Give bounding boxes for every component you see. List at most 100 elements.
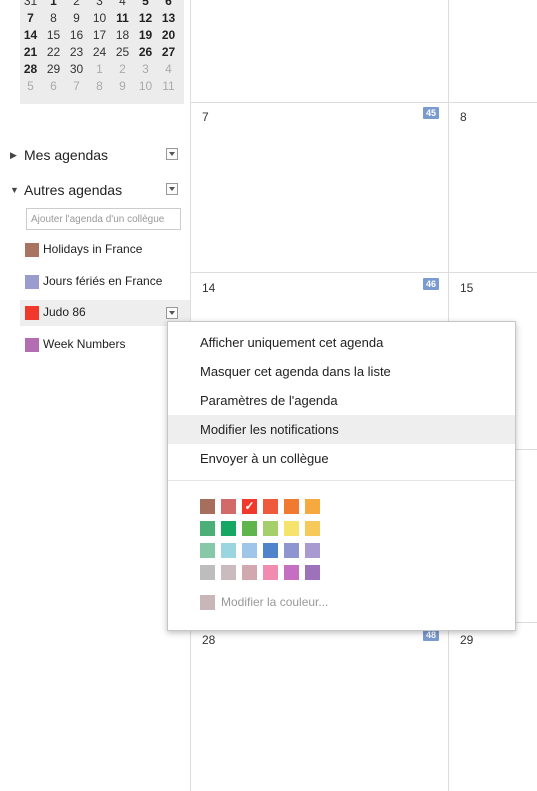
color-swatch[interactable] — [221, 521, 236, 536]
mini-calendar-day[interactable]: 8 — [89, 78, 110, 95]
mini-calendar-day[interactable]: 1 — [43, 0, 64, 10]
mini-calendar-day[interactable]: 1 — [89, 61, 110, 78]
grid-line — [190, 102, 537, 103]
mini-calendar-day[interactable]: 14 — [20, 27, 41, 44]
menu-item-label: Envoyer à un collègue — [200, 451, 329, 466]
mini-calendar-day[interactable]: 5 — [135, 0, 156, 10]
menu-item-edit-notifications[interactable]: Modifier les notifications — [168, 415, 515, 444]
mini-calendar-day[interactable]: 7 — [66, 78, 87, 95]
color-swatch[interactable] — [305, 499, 320, 514]
calendar-color-swatch — [25, 243, 39, 257]
mini-calendar-day[interactable]: 3 — [135, 61, 156, 78]
mini-calendar-day[interactable]: 20 — [158, 27, 179, 44]
color-swatch[interactable] — [242, 565, 257, 580]
color-swatch[interactable] — [263, 565, 278, 580]
menu-item-calendar-settings[interactable]: Paramètres de l'agenda — [168, 386, 515, 415]
mini-calendar-day[interactable]: 4 — [158, 61, 179, 78]
day-cell-number[interactable]: 15 — [460, 281, 473, 295]
mini-calendar-day[interactable]: 21 — [20, 44, 41, 61]
mini-calendar-day[interactable]: 11 — [112, 10, 133, 27]
calendar-item-week-numbers[interactable]: Week Numbers — [20, 332, 190, 358]
menu-item-label: Paramètres de l'agenda — [200, 393, 338, 408]
color-swatch[interactable] — [242, 543, 257, 558]
mini-calendar-day[interactable]: 9 — [112, 78, 133, 95]
mini-calendar-day[interactable]: 18 — [112, 27, 133, 44]
calendar-label: Week Numbers — [43, 337, 126, 351]
color-swatch[interactable] — [305, 521, 320, 536]
mini-calendar-day[interactable]: 30 — [66, 61, 87, 78]
mini-calendar-day[interactable]: 10 — [89, 10, 110, 27]
color-swatch[interactable] — [284, 521, 299, 536]
custom-color-swatch[interactable] — [200, 595, 215, 610]
mini-calendar-day[interactable]: 17 — [89, 27, 110, 44]
my-calendars-header[interactable]: ▶ Mes agendas — [0, 144, 190, 168]
day-cell-number[interactable]: 8 — [460, 110, 467, 124]
color-swatch[interactable] — [200, 499, 215, 514]
color-swatch[interactable] — [221, 543, 236, 558]
mini-calendar-day[interactable]: 6 — [43, 78, 64, 95]
mini-calendar-day[interactable]: 16 — [66, 27, 87, 44]
mini-calendar-day[interactable]: 26 — [135, 44, 156, 61]
mini-calendar-week-row: 7 8 9 10 11 12 13 — [20, 10, 184, 27]
mini-calendar-day[interactable]: 27 — [158, 44, 179, 61]
mini-calendar-day[interactable]: 23 — [66, 44, 87, 61]
mini-calendar-day[interactable]: 12 — [135, 10, 156, 27]
mini-calendar-day[interactable]: 13 — [158, 10, 179, 27]
color-swatch[interactable]: ✓ — [242, 499, 257, 514]
other-calendars-dropdown-button[interactable] — [166, 183, 178, 195]
mini-calendar-day[interactable]: 11 — [158, 78, 179, 95]
color-swatch[interactable] — [242, 521, 257, 536]
mini-calendar-day[interactable]: 2 — [112, 61, 133, 78]
menu-item-label: Masquer cet agenda dans la liste — [200, 364, 391, 379]
add-colleague-calendar-input[interactable] — [26, 208, 181, 230]
judo-86-dropdown-button[interactable] — [166, 307, 178, 319]
my-calendars-dropdown-button[interactable] — [166, 148, 178, 160]
menu-item-show-only-this[interactable]: Afficher uniquement cet agenda — [168, 328, 515, 357]
calendar-item-jours-feries[interactable]: Jours fériés en France — [20, 269, 190, 295]
mini-calendar-day[interactable]: 28 — [20, 61, 41, 78]
color-swatch[interactable] — [305, 565, 320, 580]
color-swatch[interactable] — [221, 499, 236, 514]
calendar-label: Judo 86 — [43, 305, 86, 319]
color-swatch[interactable] — [284, 543, 299, 558]
mini-calendar-day[interactable]: 24 — [89, 44, 110, 61]
color-swatch[interactable] — [200, 543, 215, 558]
calendar-item-judo-86[interactable]: Judo 86 — [20, 300, 190, 326]
color-swatch[interactable] — [263, 543, 278, 558]
day-cell-number[interactable]: 28 — [202, 633, 215, 647]
mini-calendar-day[interactable]: 7 — [20, 10, 41, 27]
mini-calendar-day[interactable]: 15 — [43, 27, 64, 44]
color-swatch[interactable] — [200, 521, 215, 536]
mini-calendar-day[interactable]: 9 — [66, 10, 87, 27]
color-swatch[interactable] — [305, 543, 320, 558]
week-number-badge: 45 — [423, 107, 439, 119]
mini-calendar-day[interactable]: 22 — [43, 44, 64, 61]
my-calendars-label: Mes agendas — [24, 147, 109, 163]
modify-color-link[interactable]: Modifier la couleur... — [221, 595, 328, 609]
mini-calendar-day[interactable]: 3 — [89, 0, 110, 10]
color-swatch[interactable] — [263, 521, 278, 536]
mini-calendar-week-row: 21 22 23 24 25 26 27 — [20, 44, 184, 61]
mini-calendar-day[interactable]: 19 — [135, 27, 156, 44]
color-swatch[interactable] — [221, 565, 236, 580]
mini-calendar-day[interactable]: 25 — [112, 44, 133, 61]
mini-calendar-day[interactable]: 6 — [158, 0, 179, 10]
color-swatch[interactable] — [284, 499, 299, 514]
menu-item-hide-from-list[interactable]: Masquer cet agenda dans la liste — [168, 357, 515, 386]
calendar-item-holidays-in-france[interactable]: Holidays in France — [20, 237, 190, 263]
mini-calendar-day[interactable]: 5 — [20, 78, 41, 95]
day-cell-number[interactable]: 7 — [202, 110, 209, 124]
day-cell-number[interactable]: 29 — [460, 633, 473, 647]
other-calendars-header[interactable]: ▼ Autres agendas — [0, 179, 190, 203]
day-cell-number[interactable]: 14 — [202, 281, 215, 295]
mini-calendar-day[interactable]: 29 — [43, 61, 64, 78]
mini-calendar-day[interactable]: 2 — [66, 0, 87, 10]
menu-item-send-to-colleague[interactable]: Envoyer à un collègue — [168, 444, 515, 473]
mini-calendar-day[interactable]: 8 — [43, 10, 64, 27]
color-swatch[interactable] — [284, 565, 299, 580]
color-swatch[interactable] — [200, 565, 215, 580]
mini-calendar-day[interactable]: 10 — [135, 78, 156, 95]
color-swatch[interactable] — [263, 499, 278, 514]
mini-calendar-day[interactable]: 4 — [112, 0, 133, 10]
mini-calendar-day[interactable]: 31 — [20, 0, 41, 10]
